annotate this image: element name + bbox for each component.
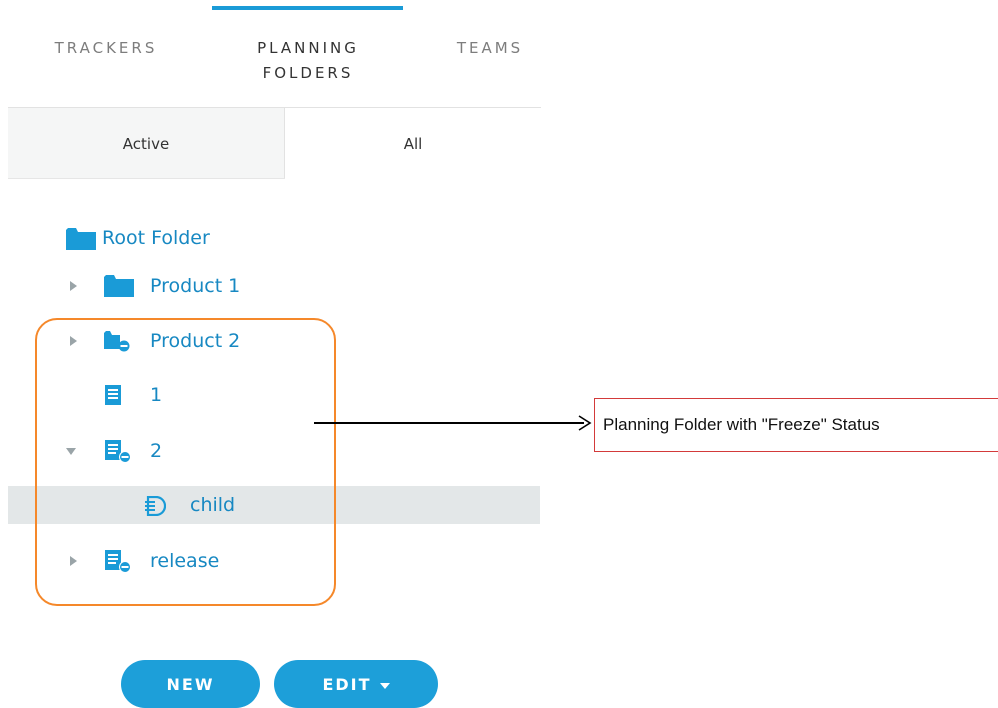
edit-dropdown-button[interactable]: EDIT	[274, 660, 438, 708]
new-button-label: NEW	[166, 674, 215, 694]
tab-teams-label: TEAMS	[456, 39, 524, 57]
caret-down-icon	[379, 682, 390, 689]
folder-icon	[104, 275, 134, 297]
filter-active-label: Active	[122, 134, 170, 153]
expand-chevron-icon[interactable]	[70, 281, 77, 291]
new-button[interactable]: NEW	[121, 660, 260, 708]
tab-planning-folders-label-line2: FOLDERS	[262, 64, 354, 82]
tree-node-label: Product 1	[150, 275, 241, 297]
filter-divider	[8, 178, 285, 179]
annotation-arrow-line	[314, 422, 584, 424]
annotation-callout: Planning Folder with "Freeze" Status	[594, 398, 998, 452]
freeze-highlight-outline	[35, 318, 336, 606]
planning-folders-panel: TRACKERS PLANNING FOLDERS TEAMS Active A…	[0, 0, 998, 708]
edit-button-label: EDIT	[322, 674, 372, 694]
tree-node-root-folder[interactable]: Root Folder	[0, 219, 540, 257]
tab-planning-folders-label-line1: PLANNING	[257, 39, 359, 57]
tab-trackers[interactable]: TRACKERS	[40, 36, 172, 61]
tree-node-product-1[interactable]: Product 1	[0, 267, 540, 305]
filter-all-button[interactable]: All	[285, 108, 541, 179]
tree-node-label: Root Folder	[102, 227, 210, 249]
annotation-text: Planning Folder with "Freeze" Status	[603, 415, 880, 434]
arrow-head-icon	[578, 415, 592, 431]
tab-planning-folders[interactable]: PLANNING FOLDERS	[228, 36, 388, 86]
folder-icon	[66, 228, 96, 250]
filter-all-label: All	[403, 134, 423, 153]
filter-active-button[interactable]: Active	[8, 108, 285, 179]
tab-teams[interactable]: TEAMS	[440, 36, 540, 61]
active-tab-indicator	[212, 6, 403, 10]
tab-trackers-label: TRACKERS	[54, 39, 158, 57]
